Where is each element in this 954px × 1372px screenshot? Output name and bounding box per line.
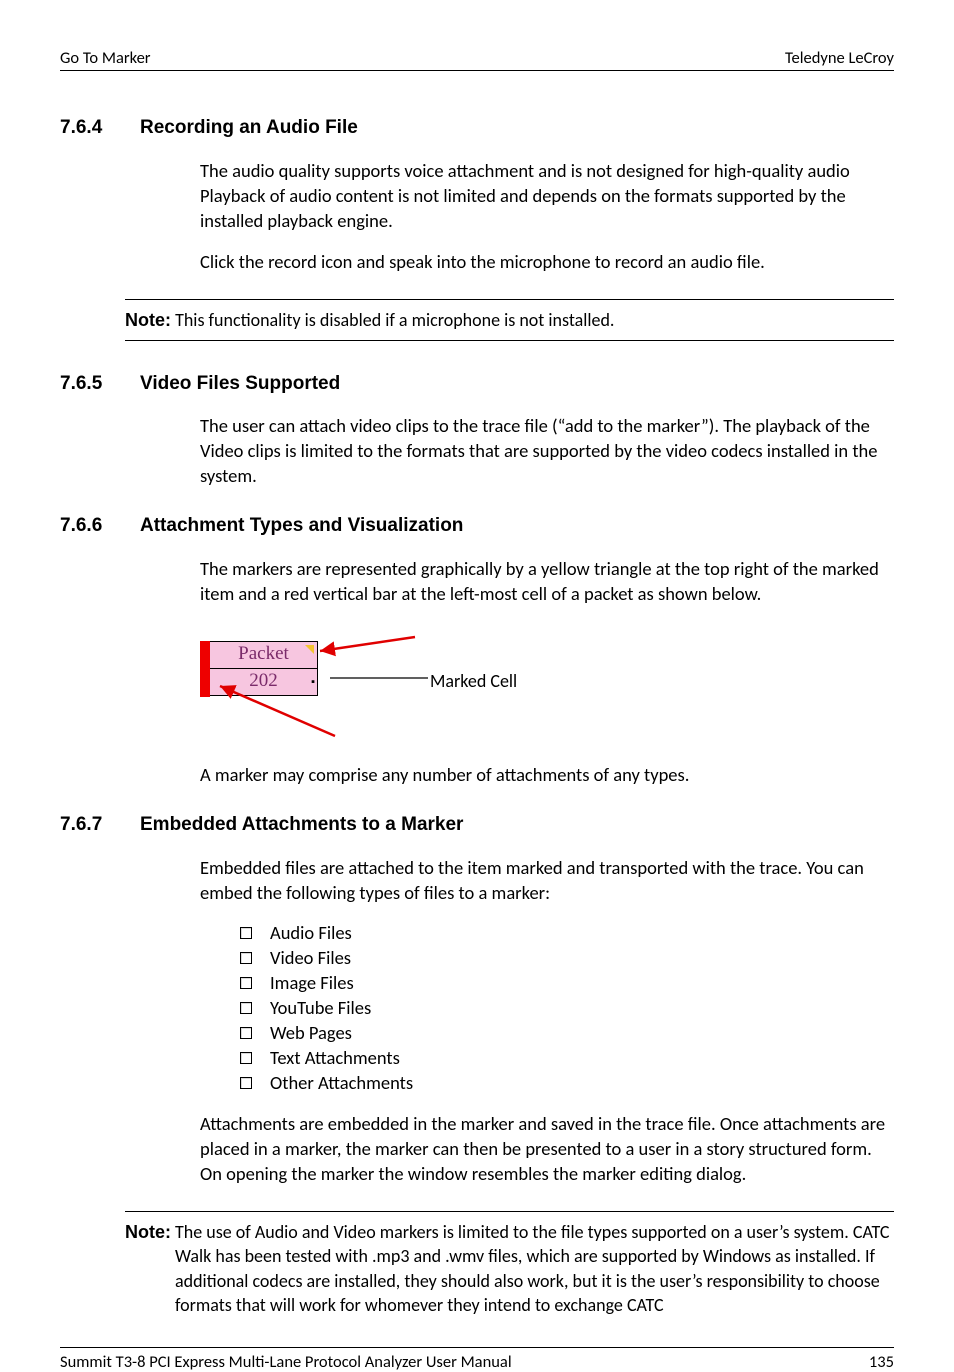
note-block: Note:The use of Audio and Video markers …: [125, 1211, 894, 1317]
header-right: Teledyne LeCroy: [785, 48, 894, 68]
paragraph: Click the record icon and speak into the…: [200, 250, 894, 275]
note-text: This functionality is disabled if a micr…: [175, 309, 614, 331]
paragraph: Attachments are embedded in the marker a…: [200, 1112, 894, 1187]
note-label: Note:: [125, 310, 171, 330]
packet-cell-row1: Packet: [238, 643, 289, 664]
marked-cell-label: Marked Cell: [430, 669, 517, 693]
list-item: Other Attachments: [240, 1071, 894, 1096]
section-title: Recording an Audio File: [140, 115, 358, 141]
section-title: Attachment Types and Visualization: [140, 513, 463, 539]
section-heading-764: 7.6.4 Recording an Audio File: [60, 115, 894, 141]
section-heading-765: 7.6.5 Video Files Supported: [60, 371, 894, 397]
marked-cell-figure: Packet 202 ▪ Marked Cell: [200, 631, 894, 741]
list-item: Audio Files: [240, 921, 894, 946]
paragraph: A marker may comprise any number of atta…: [200, 763, 894, 788]
page-header: Go To Marker Teledyne LeCroy: [60, 48, 894, 71]
list-item: Image Files: [240, 971, 894, 996]
page-footer: Summit T3-8 PCI Express Multi-Lane Proto…: [60, 1347, 894, 1372]
paragraph: The markers are represented graphically …: [200, 557, 894, 607]
paragraph: Embedded files are attached to the item …: [200, 856, 894, 906]
packet-cell: Packet 202 ▪: [200, 641, 318, 697]
list-item: Web Pages: [240, 1021, 894, 1046]
section-number: 7.6.7: [60, 812, 140, 838]
note-block: Note: This functionality is disabled if …: [125, 299, 894, 341]
section-number: 7.6.4: [60, 115, 140, 141]
paragraph: The user can attach video clips to the t…: [200, 414, 894, 489]
header-left: Go To Marker: [60, 48, 151, 68]
section-heading-766: 7.6.6 Attachment Types and Visualization: [60, 513, 894, 539]
section-heading-767: 7.6.7 Embedded Attachments to a Marker: [60, 812, 894, 838]
list-item: YouTube Files: [240, 996, 894, 1021]
page-content: 7.6.4 Recording an Audio File The audio …: [60, 115, 894, 1317]
resize-dot-icon: ▪: [311, 670, 315, 694]
footer-page-number: 135: [869, 1352, 894, 1372]
packet-cell-row2: 202: [249, 670, 278, 691]
section-title: Embedded Attachments to a Marker: [140, 812, 463, 838]
section-number: 7.6.5: [60, 371, 140, 397]
attachment-type-list: Audio Files Video Files Image Files YouT…: [240, 921, 894, 1096]
note-label: Note:: [125, 1220, 175, 1244]
list-item: Video Files: [240, 946, 894, 971]
paragraph: The audio quality supports voice attachm…: [200, 159, 894, 234]
list-item: Text Attachments: [240, 1046, 894, 1071]
note-text: The use of Audio and Video markers is li…: [175, 1221, 890, 1316]
footer-left: Summit T3-8 PCI Express Multi-Lane Proto…: [60, 1352, 512, 1372]
section-title: Video Files Supported: [140, 371, 340, 397]
section-number: 7.6.6: [60, 513, 140, 539]
marker-triangle-icon: [305, 645, 314, 654]
